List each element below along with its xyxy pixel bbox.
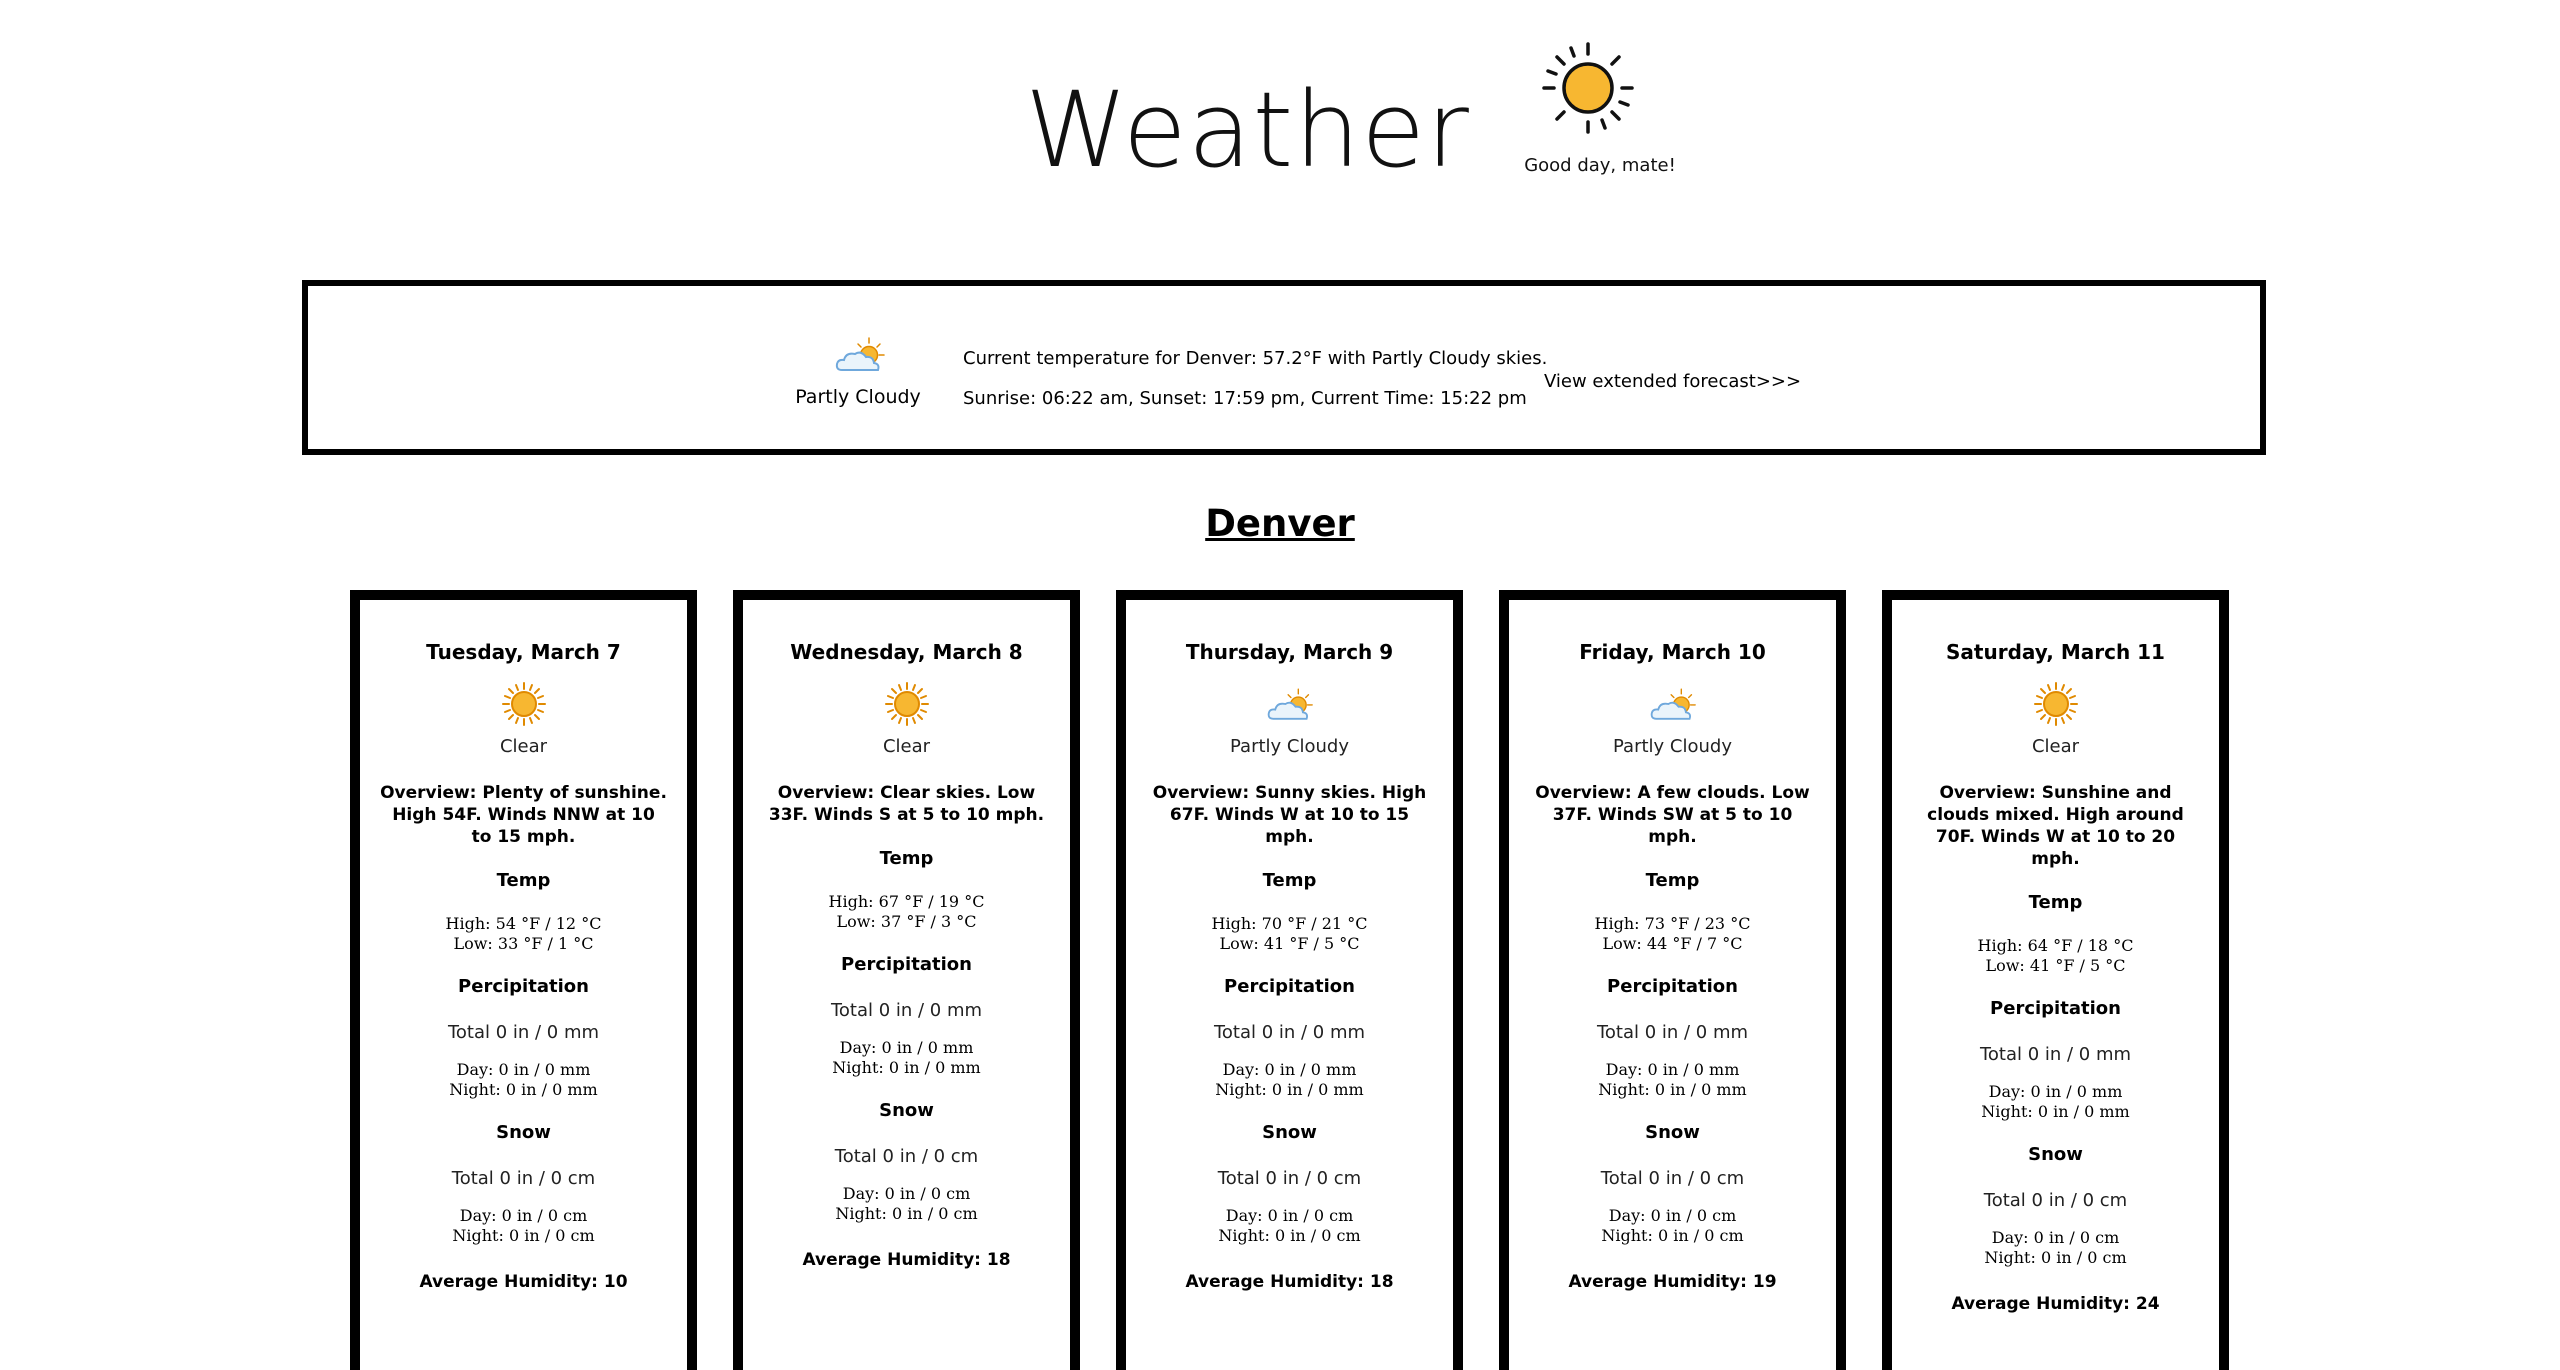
snow-day: Day: 0 in / 0 cm: [1991, 1228, 2120, 1247]
day-title: Tuesday, March 7: [426, 640, 621, 664]
average-humidity: Average Humidity: 24: [1951, 1294, 2160, 1314]
day-overview: Overview: A few clouds. Low 37F. Winds S…: [1535, 783, 1810, 847]
snow-heading: Snow: [2028, 1144, 2083, 1165]
snow-total: Total 0 in / 0 cm: [834, 1146, 979, 1167]
precipitation-total: Total 0 in / 0 mm: [1979, 1044, 2132, 1065]
temp-heading: Temp: [1645, 870, 1700, 891]
precipitation-day: Day: 0 in / 0 mm: [456, 1060, 591, 1079]
day-overview: Overview: Clear skies. Low 33F. Winds S …: [768, 783, 1045, 825]
snow-total: Total 0 in / 0 cm: [1983, 1190, 2128, 1211]
day-condition: Partly Cloudy: [1230, 736, 1349, 757]
sun-icon: [1542, 42, 1634, 134]
snow-heading: Snow: [1262, 1122, 1317, 1143]
partly-cloudy-icon: [835, 337, 885, 371]
sun-icon: [884, 682, 929, 726]
temp-heading: Temp: [879, 848, 934, 869]
temp-low: Low: 33 °F / 1 °C: [453, 934, 594, 953]
snow-night: Night: 0 in / 0 cm: [452, 1226, 595, 1245]
day-title: Thursday, March 9: [1185, 640, 1394, 664]
day-condition: Clear: [499, 736, 548, 757]
temp-heading: Temp: [496, 870, 551, 891]
snow-night: Night: 0 in / 0 cm: [1601, 1226, 1744, 1245]
precipitation-day: Day: 0 in / 0 mm: [1222, 1060, 1357, 1079]
snow-day: Day: 0 in / 0 cm: [842, 1184, 971, 1203]
snow-day: Day: 0 in / 0 cm: [459, 1206, 588, 1225]
precipitation-night: Night: 0 in / 0 mm: [1981, 1102, 2130, 1121]
precipitation-day: Day: 0 in / 0 mm: [1605, 1060, 1740, 1079]
day-condition: Clear: [882, 736, 931, 757]
forecast-day-card: Thursday, March 9 Partly Cloudy Overview…: [1116, 590, 1463, 1370]
temp-high: High: 67 °F / 19 °C: [828, 892, 985, 911]
precipitation-total: Total 0 in / 0 mm: [1213, 1022, 1366, 1043]
average-humidity: Average Humidity: 19: [1568, 1272, 1777, 1292]
snow-night: Night: 0 in / 0 cm: [1218, 1226, 1361, 1245]
current-temperature-text: Current temperature for Denver: 57.2°F w…: [963, 348, 1548, 369]
temp-high: High: 73 °F / 23 °C: [1594, 914, 1751, 933]
precipitation-heading: Percipitation: [1224, 976, 1355, 997]
snow-heading: Snow: [879, 1100, 934, 1121]
current-condition-label: Partly Cloudy: [795, 386, 921, 408]
snow-total: Total 0 in / 0 cm: [451, 1168, 596, 1189]
precipitation-day: Day: 0 in / 0 mm: [839, 1038, 974, 1057]
average-humidity: Average Humidity: 18: [802, 1250, 1011, 1270]
app-title: Weather: [1025, 69, 1470, 191]
precipitation-total: Total 0 in / 0 mm: [1596, 1022, 1749, 1043]
temp-high: High: 64 °F / 18 °C: [1977, 936, 2134, 955]
precipitation-heading: Percipitation: [1990, 998, 2121, 1019]
sun-icon: [2033, 682, 2078, 726]
temp-heading: Temp: [2028, 892, 2083, 913]
temp-low: Low: 41 °F / 5 °C: [1219, 934, 1360, 953]
sunrise-sunset-text: Sunrise: 06:22 am, Sunset: 17:59 pm, Cur…: [963, 388, 1527, 409]
day-condition: Partly Cloudy: [1613, 736, 1732, 757]
day-overview: Overview: Plenty of sunshine. High 54F. …: [380, 783, 667, 847]
greeting-text: Good day, mate!: [1524, 155, 1676, 176]
snow-heading: Snow: [1645, 1122, 1700, 1143]
snow-heading: Snow: [496, 1122, 551, 1143]
temp-low: Low: 41 °F / 5 °C: [1985, 956, 2126, 975]
precipitation-night: Night: 0 in / 0 mm: [832, 1058, 981, 1077]
sun-icon: [501, 682, 546, 726]
precipitation-total: Total 0 in / 0 mm: [447, 1022, 600, 1043]
forecast-day-card: Wednesday, March 8 Clear Overview: Clear…: [733, 590, 1080, 1370]
day-overview: Overview: Sunny skies. High 67F. Winds W…: [1152, 783, 1427, 847]
snow-day: Day: 0 in / 0 cm: [1608, 1206, 1737, 1225]
partly-cloudy-icon: [1267, 688, 1313, 720]
forecast-day-card: Friday, March 10 Partly Cloudy Overview:…: [1499, 590, 1846, 1370]
day-title: Wednesday, March 8: [790, 640, 1023, 664]
day-overview: Overview: Sunshine and clouds mixed. Hig…: [1927, 783, 2184, 869]
precipitation-night: Night: 0 in / 0 mm: [1598, 1080, 1747, 1099]
day-title: Friday, March 10: [1579, 640, 1766, 664]
temp-heading: Temp: [1262, 870, 1317, 891]
temp-high: High: 54 °F / 12 °C: [445, 914, 602, 933]
day-title: Saturday, March 11: [1946, 640, 2165, 664]
day-condition: Clear: [2031, 736, 2080, 757]
forecast-day-card: Tuesday, March 7 Clear Overview: Plenty …: [350, 590, 697, 1370]
temp-high: High: 70 °F / 21 °C: [1211, 914, 1368, 933]
precipitation-night: Night: 0 in / 0 mm: [1215, 1080, 1364, 1099]
snow-total: Total 0 in / 0 cm: [1600, 1168, 1745, 1189]
temp-low: Low: 44 °F / 7 °C: [1602, 934, 1743, 953]
snow-night: Night: 0 in / 0 cm: [1984, 1248, 2127, 1267]
precipitation-heading: Percipitation: [458, 976, 589, 997]
precipitation-total: Total 0 in / 0 mm: [830, 1000, 983, 1021]
extended-forecast-link[interactable]: View extended forecast>>>: [1544, 371, 1801, 392]
temp-low: Low: 37 °F / 3 °C: [836, 912, 977, 931]
precipitation-day: Day: 0 in / 0 mm: [1988, 1082, 2123, 1101]
precipitation-heading: Percipitation: [841, 954, 972, 975]
current-conditions-panel: Partly Cloudy Current temperature for De…: [302, 280, 2266, 455]
average-humidity: Average Humidity: 10: [419, 1272, 628, 1292]
precipitation-night: Night: 0 in / 0 mm: [449, 1080, 598, 1099]
city-heading: Denver: [1205, 502, 1355, 545]
snow-day: Day: 0 in / 0 cm: [1225, 1206, 1354, 1225]
precipitation-heading: Percipitation: [1607, 976, 1738, 997]
snow-night: Night: 0 in / 0 cm: [835, 1204, 978, 1223]
partly-cloudy-icon: [1650, 688, 1696, 720]
average-humidity: Average Humidity: 18: [1185, 1272, 1394, 1292]
snow-total: Total 0 in / 0 cm: [1217, 1168, 1362, 1189]
forecast-day-card: Saturday, March 11 Clear Overview: Sunsh…: [1882, 590, 2229, 1370]
